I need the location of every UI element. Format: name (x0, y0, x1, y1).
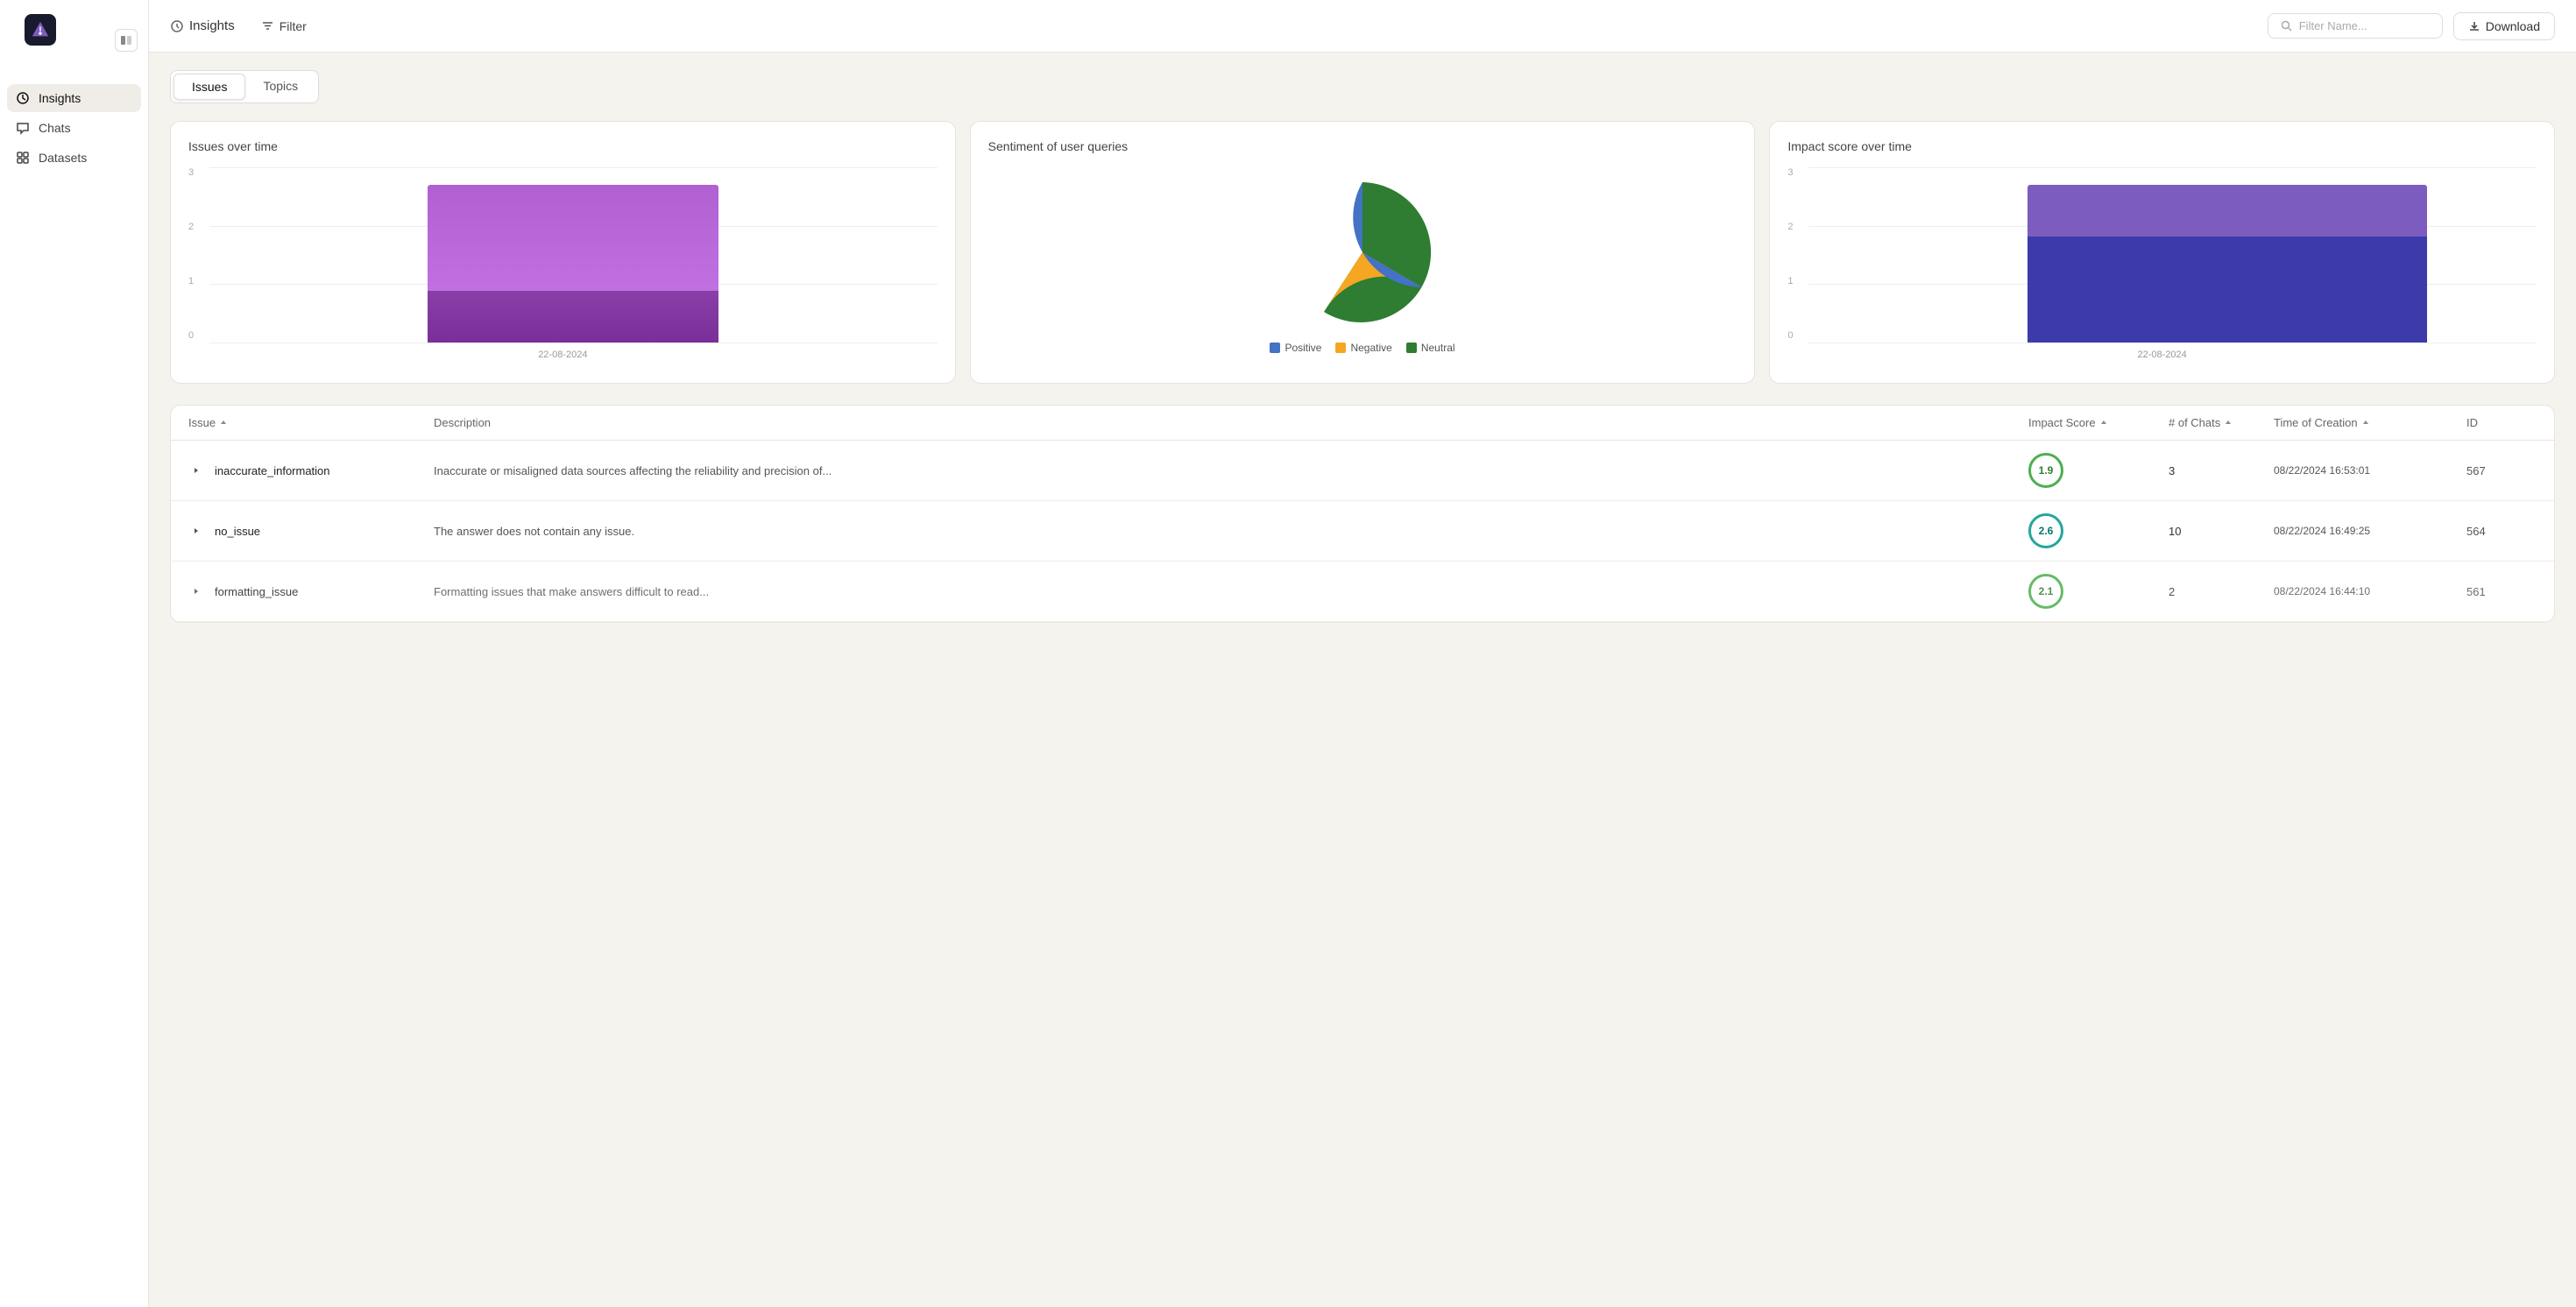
filter-placeholder: Filter Name... (2299, 19, 2367, 32)
issue-name-2: no_issue (215, 525, 260, 538)
download-button[interactable]: Download (2453, 12, 2555, 40)
content-area: Issues Topics Issues over time 3 2 1 (149, 53, 2576, 1307)
sidebar-item-insights[interactable]: Insights (7, 84, 141, 112)
col-impact-score[interactable]: Impact Score (2028, 416, 2169, 429)
tabs: Issues Topics (170, 70, 319, 103)
sidebar-item-chats-label: Chats (39, 121, 71, 135)
impact-score-card: Impact score over time 3 2 1 0 (1769, 121, 2555, 384)
impact-chart-x-label: 22-08-2024 (2138, 350, 2187, 360)
sentiment-chart-title: Sentiment of user queries (988, 139, 1737, 153)
expand-row-3[interactable] (188, 583, 204, 599)
issue-name-1: inaccurate_information (215, 464, 330, 477)
id-1: 567 (2466, 464, 2537, 477)
id-3: 561 (2466, 585, 2537, 598)
id-2: 564 (2466, 525, 2537, 538)
download-label: Download (2486, 19, 2540, 33)
issues-chart-x-label: 22-08-2024 (538, 350, 587, 360)
col-id[interactable]: ID (2466, 416, 2537, 429)
impact-cell-3: 2.1 (2028, 574, 2169, 609)
negative-label: Negative (1350, 342, 1391, 354)
expand-row-1[interactable] (188, 463, 204, 478)
neutral-label: Neutral (1421, 342, 1455, 354)
chats-count-2: 10 (2169, 525, 2274, 538)
time-2: 08/22/2024 16:49:25 (2274, 525, 2466, 537)
pie-legend: Positive Negative Neutral (1270, 342, 1454, 354)
issues-over-time-card: Issues over time 3 2 1 0 (170, 121, 956, 384)
sort-icon (219, 419, 228, 427)
table-row: formatting_issue Formatting issues that … (171, 562, 2554, 622)
filter-name-input[interactable]: Filter Name... (2268, 13, 2443, 39)
col-time[interactable]: Time of Creation (2274, 416, 2466, 429)
issue-cell-3: formatting_issue (188, 583, 434, 599)
table-row: inaccurate_information Inaccurate or mis… (171, 441, 2554, 501)
pie-chart-container: Positive Negative Neutral (988, 167, 1737, 360)
issues-table: Issue Description Impact Score # of Chat… (170, 405, 2555, 623)
chats-count-1: 3 (2169, 464, 2274, 477)
impact-cell-2: 2.6 (2028, 513, 2169, 548)
sidebar-nav: Insights Chats Datasets (0, 84, 148, 172)
description-3: Formatting issues that make answers diff… (434, 585, 2028, 598)
table-header: Issue Description Impact Score # of Chat… (171, 406, 2554, 441)
filter-button[interactable]: Filter (252, 15, 315, 38)
issues-bar-chart: 3 2 1 0 (188, 167, 938, 360)
tab-topics[interactable]: Topics (245, 74, 315, 100)
expand-row-2[interactable] (188, 523, 204, 539)
impact-cell-1: 1.9 (2028, 453, 2169, 488)
app-logo (25, 14, 56, 46)
issue-cell-1: inaccurate_information (188, 463, 434, 478)
col-num-chats[interactable]: # of Chats (2169, 416, 2274, 429)
header-left: Insights Filter (170, 15, 315, 38)
issues-chart-title: Issues over time (188, 139, 938, 153)
impact-chart-title: Impact score over time (1787, 139, 2537, 153)
positive-dot (1270, 343, 1280, 353)
sidebar: Insights Chats Datasets (0, 0, 149, 1307)
header-title: Insights (189, 18, 235, 33)
issue-name-3: formatting_issue (215, 585, 298, 598)
sort-icon-impact (2099, 419, 2108, 427)
sidebar-item-datasets[interactable]: Datasets (7, 144, 141, 172)
chats-count-3: 2 (2169, 585, 2274, 598)
breadcrumb: Insights (170, 18, 235, 33)
negative-dot (1335, 343, 1346, 353)
filter-icon (261, 19, 274, 32)
impact-score-2: 2.6 (2028, 513, 2063, 548)
col-issue[interactable]: Issue (188, 416, 434, 429)
table-row: no_issue The answer does not contain any… (171, 501, 2554, 562)
insights-icon (170, 19, 184, 33)
download-icon (2468, 20, 2480, 32)
sort-icon-time (2361, 419, 2370, 427)
neutral-dot (1406, 343, 1417, 353)
sidebar-collapse-button[interactable] (115, 29, 138, 52)
impact-bar-chart: 3 2 1 0 (1787, 167, 2537, 360)
main-area: Insights Filter Filter Name... (149, 0, 2576, 1307)
filter-label: Filter (280, 19, 307, 33)
col-description[interactable]: Description (434, 416, 2028, 429)
issue-cell-2: no_issue (188, 523, 434, 539)
sidebar-item-datasets-label: Datasets (39, 151, 87, 165)
sentiment-card: Sentiment of user queries P (970, 121, 1756, 384)
impact-score-1: 1.9 (2028, 453, 2063, 488)
header: Insights Filter Filter Name... (149, 0, 2576, 53)
time-1: 08/22/2024 16:53:01 (2274, 464, 2466, 477)
description-1: Inaccurate or misaligned data sources af… (434, 464, 2028, 477)
legend-positive: Positive (1270, 342, 1321, 354)
charts-row: Issues over time 3 2 1 0 (170, 121, 2555, 384)
search-icon (2281, 20, 2292, 32)
positive-label: Positive (1284, 342, 1321, 354)
sidebar-item-chats[interactable]: Chats (7, 114, 141, 142)
pie-chart-svg (1284, 173, 1441, 331)
legend-negative: Negative (1335, 342, 1391, 354)
header-right: Filter Name... Download (2268, 12, 2555, 40)
impact-score-3: 2.1 (2028, 574, 2063, 609)
legend-neutral: Neutral (1406, 342, 1455, 354)
sidebar-item-insights-label: Insights (39, 91, 81, 105)
description-2: The answer does not contain any issue. (434, 525, 2028, 538)
time-3: 08/22/2024 16:44:10 (2274, 585, 2466, 597)
sort-icon-chats (2224, 419, 2233, 427)
tab-issues[interactable]: Issues (173, 74, 245, 100)
